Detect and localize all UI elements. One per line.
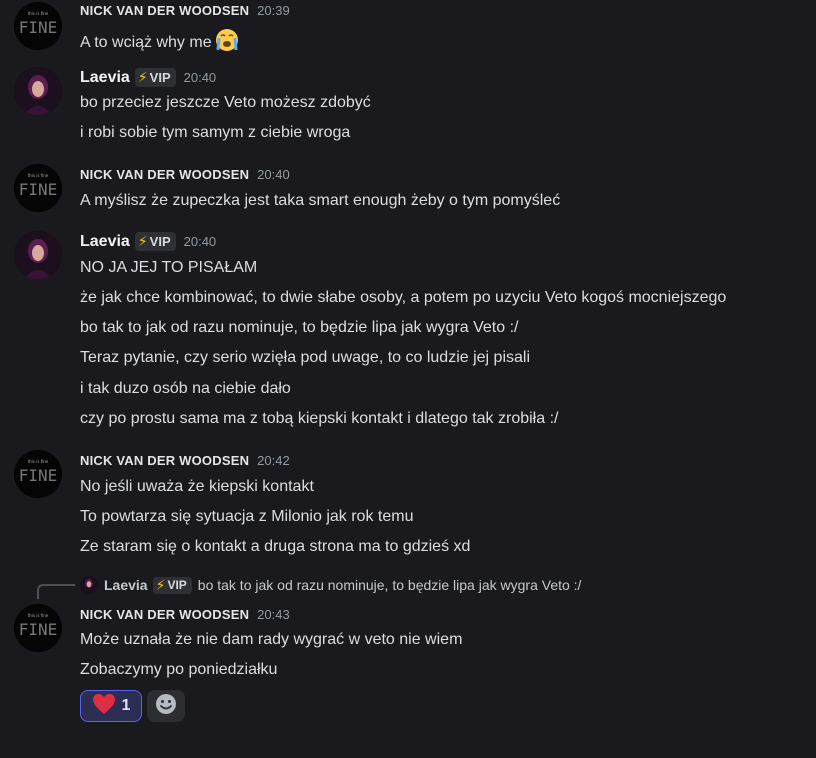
author-name[interactable]: NICK VAN DER WOODSEN <box>80 607 249 622</box>
crying-face-icon <box>215 28 239 57</box>
smiley-icon <box>155 693 177 720</box>
author-name[interactable]: NICK VAN DER WOODSEN <box>80 167 249 182</box>
timestamp: 20:40 <box>257 167 290 182</box>
message-text: Może uznała że nie dam rady wygrać w vet… <box>80 631 463 648</box>
timestamp: 20:42 <box>257 453 290 468</box>
svg-text:this is fine: this is fine <box>28 11 49 16</box>
message-text: Ze staram się o kontakt a druga strona m… <box>80 538 471 555</box>
svg-text:FINE: FINE <box>19 180 58 199</box>
author-name[interactable]: NICK VAN DER WOODSEN <box>80 3 249 18</box>
avatar[interactable]: this is fine FINE <box>14 450 62 498</box>
svg-text:this is fine: this is fine <box>28 613 49 618</box>
lightning-icon: ⚡ <box>137 69 148 85</box>
reaction-count: 1 <box>121 697 131 714</box>
message-text: A myślisz że zupeczka jest taka smart en… <box>80 192 561 209</box>
message-text: Teraz pytanie, czy serio wzięła pod uwag… <box>80 349 531 366</box>
reply-text[interactable]: bo tak to jak od razu nominuje, to będzi… <box>198 577 582 593</box>
svg-text:this is fine: this is fine <box>28 459 49 464</box>
author-name[interactable]: Laevia <box>80 233 130 251</box>
vip-badge: ⚡ VIP <box>152 576 192 594</box>
message-text: A to wciąż why me <box>80 28 239 57</box>
author-name[interactable]: NICK VAN DER WOODSEN <box>80 453 249 468</box>
message-text: To powtarza się sytuacja z Milonio jak r… <box>80 508 414 525</box>
svg-text:FINE: FINE <box>19 466 58 485</box>
timestamp: 20:40 <box>183 70 217 85</box>
reply-avatar <box>80 576 98 594</box>
avatar[interactable] <box>14 231 62 279</box>
avatar[interactable]: this is fine FINE <box>14 604 62 652</box>
lightning-icon: ⚡ <box>137 233 148 249</box>
reply-preview[interactable]: Laevia ⚡ VIP bo tak to jak od razu nominu… <box>80 576 581 594</box>
add-reaction-button[interactable] <box>147 690 185 722</box>
message-text: bo przeciez jeszcze Veto możesz zdobyć <box>80 94 371 111</box>
chat-messages: this is fine FINE NICK VAN DER WOODSEN 2… <box>0 0 816 758</box>
vip-badge: ⚡ VIP <box>134 232 176 251</box>
avatar[interactable] <box>14 67 62 115</box>
message-text: Zobaczymy po poniedziałku <box>80 661 278 678</box>
svg-text:FINE: FINE <box>19 620 58 639</box>
vip-badge: ⚡ VIP <box>134 68 176 87</box>
message-text: że jak chce kombinować, to dwie słabe os… <box>80 289 727 306</box>
svg-text:FINE: FINE <box>19 18 58 37</box>
heart-icon <box>92 693 116 720</box>
timestamp: 20:39 <box>257 3 290 18</box>
message-text: bo tak to jak od razu nominuje, to będzi… <box>80 319 519 336</box>
lightning-icon: ⚡ <box>155 576 166 593</box>
reply-connector <box>37 584 75 599</box>
avatar[interactable]: this is fine FINE <box>14 164 62 212</box>
avatar[interactable]: this is fine FINE <box>14 2 62 50</box>
timestamp: 20:43 <box>257 607 290 622</box>
message-text: czy po prostu sama ma z tobą kiepski kon… <box>80 410 559 427</box>
heart-reaction[interactable]: 1 <box>80 690 142 722</box>
svg-text:this is fine: this is fine <box>28 173 49 178</box>
timestamp: 20:40 <box>183 234 217 249</box>
message-text: i tak duzo osób na ciebie dało <box>80 380 291 397</box>
message-text: i robi sobie tym samym z ciebie wroga <box>80 124 351 141</box>
message-text: NO JA JEJ TO PISAŁAM <box>80 259 258 276</box>
author-name[interactable]: Laevia <box>80 69 130 87</box>
message-text: No jeśli uważa że kiepski kontakt <box>80 478 314 495</box>
reply-author[interactable]: Laevia <box>104 577 148 593</box>
